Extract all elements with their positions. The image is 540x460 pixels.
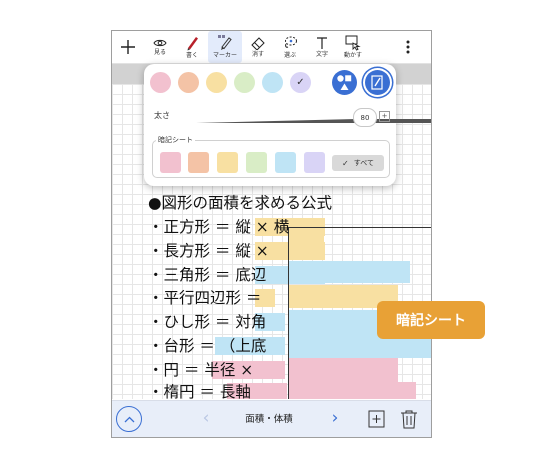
memory-sheet-strip[interactable] — [288, 382, 416, 399]
marker-icon — [218, 35, 232, 50]
marker-tool-button[interactable]: マーカー — [208, 31, 242, 63]
sheet-color-green[interactable] — [246, 152, 267, 173]
eye-icon — [153, 39, 167, 47]
note-line: ・平行四辺形 ＝ — [148, 289, 262, 307]
view-tool-button[interactable]: 見る — [148, 31, 172, 63]
hand-move-icon — [345, 35, 361, 51]
pen-color-swatch-green[interactable] — [234, 72, 255, 93]
trash-icon — [401, 410, 417, 429]
note-line: ・円 ＝ 半径 × — [148, 361, 254, 379]
text-tool-label: 文字 — [315, 51, 328, 58]
more-menu-button[interactable] — [398, 31, 418, 63]
check-icon: ✓ — [296, 77, 305, 88]
sheet-edge-line — [288, 227, 431, 228]
text-icon — [317, 37, 327, 49]
check-icon: ✓ — [342, 158, 349, 168]
add-page-icon — [368, 410, 385, 428]
plus-icon — [121, 40, 135, 54]
erase-tool-button[interactable]: 消す — [246, 31, 270, 63]
top-toolbar: 見る 書く マーカー 消す 選ぶ 文字 動かす — [112, 31, 431, 64]
marker-tool-label: マーカー — [212, 52, 237, 59]
marker-settings-popup: ✓ 太さ 80 + 暗記シート ✓ すべて — [144, 64, 431, 186]
select-all-sheets-button[interactable]: ✓ すべて — [332, 155, 384, 171]
text-tool-button[interactable]: 文字 — [310, 31, 334, 63]
select-tool-label: 選ぶ — [283, 52, 296, 59]
sheet-color-yellow[interactable] — [217, 152, 238, 173]
add-page-button[interactable] — [368, 410, 385, 428]
select-tool-button[interactable]: 選ぶ — [278, 31, 302, 63]
freehand-mode-button[interactable] — [365, 70, 390, 95]
select-all-label: すべて — [353, 159, 374, 167]
size-slider-thumb[interactable]: 80 — [353, 108, 377, 127]
sheet-color-blue[interactable] — [275, 152, 296, 173]
size-label: 太さ — [154, 111, 170, 120]
move-tool-button[interactable]: 動かす — [340, 31, 366, 63]
notebook-title: 面積・体積 — [245, 414, 293, 425]
chevron-up-icon — [124, 416, 134, 422]
shapes-icon — [337, 75, 352, 90]
more-vertical-icon — [406, 40, 410, 54]
lasso-icon — [285, 36, 297, 48]
move-tool-label: 動かす — [343, 52, 362, 59]
sheet-color-pink[interactable] — [160, 152, 181, 173]
memory-sheet-callout: 暗記シート — [377, 301, 485, 339]
size-increase-button[interactable]: + — [379, 111, 390, 122]
memory-sheet-strip[interactable] — [288, 261, 410, 283]
memory-sheet-label: 暗記シート — [156, 134, 195, 146]
bottom-navigation-bar: ‹ 面積・体積 › — [112, 400, 431, 437]
app-window: ●図形の面積を求める公式 ・正方形 ＝ 縦 × 横 ・長方形 ＝ 縦 × ・三角… — [111, 30, 432, 438]
sheet-color-purple[interactable] — [304, 152, 325, 173]
erase-tool-label: 消す — [251, 51, 264, 58]
document-pen-icon — [371, 75, 383, 90]
memory-sheet-strip[interactable] — [288, 358, 398, 382]
write-tool-label: 書く — [185, 52, 198, 59]
note-line: ・三角形 ＝ 底辺 — [148, 266, 267, 284]
note-line: ・ひし形 ＝ 対角 — [148, 313, 267, 331]
note-line: ・台形 ＝ （上底 — [148, 337, 267, 355]
write-tool-button[interactable]: 書く — [180, 31, 204, 63]
add-tool-button[interactable] — [117, 31, 139, 63]
scroll-up-button[interactable] — [116, 406, 142, 432]
pen-color-swatch-orange[interactable] — [178, 72, 199, 93]
next-page-button[interactable]: › — [325, 401, 345, 437]
pen-color-swatch-yellow[interactable] — [206, 72, 227, 93]
pen-color-swatch-pink[interactable] — [150, 72, 171, 93]
sheet-color-orange[interactable] — [188, 152, 209, 173]
sheet-edge-line — [288, 227, 289, 399]
note-line: ・長方形 ＝ 縦 × — [148, 242, 269, 260]
pen-color-swatch-purple[interactable]: ✓ — [290, 72, 311, 93]
previous-page-button[interactable]: ‹ — [196, 401, 216, 437]
note-line: ・正方形 ＝ 縦 × 横 — [148, 218, 290, 236]
delete-page-button[interactable] — [400, 409, 418, 429]
shape-mode-button[interactable] — [332, 70, 357, 95]
view-tool-label: 見る — [153, 49, 166, 56]
note-heading: ●図形の面積を求める公式 — [148, 194, 333, 212]
size-slider-track[interactable] — [196, 115, 431, 123]
note-line: ・楕円 ＝ 長軸 — [148, 383, 251, 401]
eraser-icon — [251, 37, 265, 50]
pen-color-swatch-blue[interactable] — [262, 72, 283, 93]
pen-icon — [187, 37, 198, 51]
